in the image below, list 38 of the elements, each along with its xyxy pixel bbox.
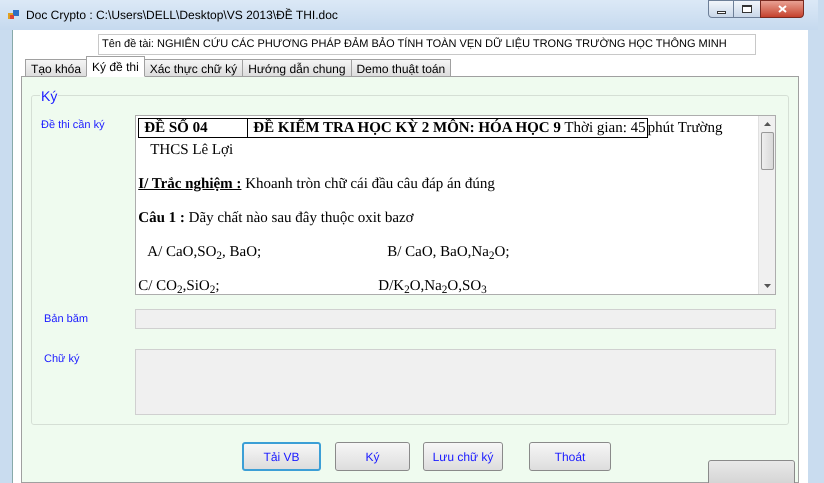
table-cell: ĐỀ KIỂM TRA HỌC KỲ 2 MÔN: HÓA HỌC 9 Thời gian: 45 — [248, 118, 648, 138]
maximize-icon — [742, 5, 752, 13]
scroll-up-icon[interactable] — [764, 122, 770, 126]
document-paragraph: I/ Trắc nghiệm : Khoanh tròn chữ cái đầu câu đáp án đúng — [138, 175, 496, 193]
tab[interactable]: Hướng dẫn chung — [242, 59, 352, 77]
scroll-down-icon[interactable] — [764, 284, 770, 288]
document-text: phút Trường — [648, 119, 722, 138]
document-paragraph: Câu 1 : Dãy chất nào sau đây thuộc oxit bazơ — [138, 209, 415, 227]
action-button[interactable]: Ký — [335, 442, 410, 471]
signature-label: Chữ ký — [43, 352, 80, 367]
document-label: Đề thi cần ký — [40, 118, 106, 133]
close-button[interactable] — [760, 0, 804, 18]
minimize-icon — [716, 10, 726, 14]
minimize-button[interactable] — [708, 0, 734, 18]
hash-field[interactable] — [135, 309, 776, 329]
close-icon — [778, 5, 786, 13]
tab[interactable]: Ký đề thi — [86, 56, 145, 77]
tab[interactable]: Xác thực chữ ký — [144, 59, 244, 77]
action-button[interactable]: Tải VB — [242, 442, 321, 471]
scroll-thumb[interactable] — [760, 132, 774, 170]
partial-button[interactable] — [708, 460, 795, 483]
window-title: Doc Crypto : C:\Users\DELL\Desktop\VS 2013\ĐỀ THI.doc — [26, 7, 338, 24]
scrollbar[interactable] — [758, 116, 775, 294]
signature-field[interactable] — [135, 349, 776, 415]
app-icon — [8, 9, 20, 21]
action-button[interactable]: Lưu chữ ký — [423, 442, 503, 471]
answer-option: A/ CaO,SO$_{2}$, BaO; — [147, 243, 388, 261]
tab[interactable]: Demo thuật toán — [350, 59, 452, 77]
topic-field: Tên đề tài: NGHIÊN CỨU CÁC PHƯƠNG PHÁP ĐẢM BẢO TÍNH TOÀN VẸN DỮ LIỆU TRONG TRƯỜNG HỌC THÔNG MINH — [98, 34, 756, 55]
maximize-button[interactable] — [734, 0, 760, 18]
tab[interactable]: Tạo khóa — [25, 59, 88, 77]
table-cell: ĐỀ SỐ 04 — [138, 118, 248, 138]
action-button[interactable]: Thoát — [529, 442, 611, 471]
document-text: THCS Lê Lợi — [149, 141, 234, 159]
answer-option: B/ CaO, BaO,Na$_{2}$O; — [387, 243, 510, 261]
answer-option: C/ CO$_{2}$,SiO$_{2}$; — [138, 277, 378, 294]
answer-option: D/K$_{2}$O,Na$_{2}$O,SO$_{3}$ — [378, 277, 487, 294]
hash-label: Bản băm — [43, 312, 90, 327]
